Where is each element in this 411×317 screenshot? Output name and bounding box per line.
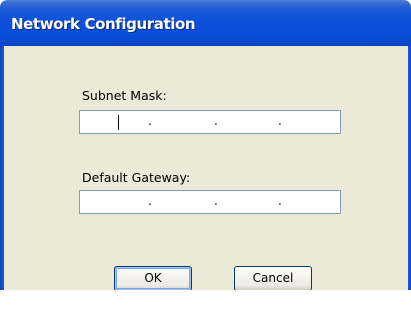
subnet-mask-separator-1: . [148, 114, 152, 128]
default-gateway-separator-3: . [278, 194, 282, 208]
default-gateway-separator-2: . [214, 194, 218, 208]
subnet-mask-octet-1[interactable] [108, 113, 138, 131]
subnet-mask-input[interactable]: . . . [79, 110, 341, 134]
subnet-mask-separator-2: . [214, 114, 218, 128]
default-gateway-input[interactable]: . . . [79, 190, 341, 214]
ok-button[interactable]: OK [114, 266, 192, 290]
default-gateway-octet-2[interactable] [172, 193, 202, 211]
subnet-mask-octet-4[interactable] [298, 113, 328, 131]
dialog-window: Network Configuration Subnet Mask: . . .… [0, 0, 411, 290]
default-gateway-octet-4[interactable] [298, 193, 328, 211]
default-gateway-octet-3[interactable] [236, 193, 266, 211]
subnet-mask-octet-2[interactable] [172, 113, 202, 131]
title-bar[interactable]: Network Configuration [0, 0, 411, 46]
default-gateway-label: Default Gateway: [82, 170, 191, 185]
default-gateway-octet-1[interactable] [108, 193, 138, 211]
window-title: Network Configuration [11, 15, 196, 33]
default-gateway-separator-1: . [148, 194, 152, 208]
subnet-mask-label: Subnet Mask: [82, 88, 167, 103]
subnet-mask-separator-3: . [278, 114, 282, 128]
subnet-mask-octet-3[interactable] [236, 113, 266, 131]
dialog-client-area: Subnet Mask: . . . Default Gateway: . . … [4, 46, 408, 290]
cancel-button[interactable]: Cancel [234, 266, 312, 290]
